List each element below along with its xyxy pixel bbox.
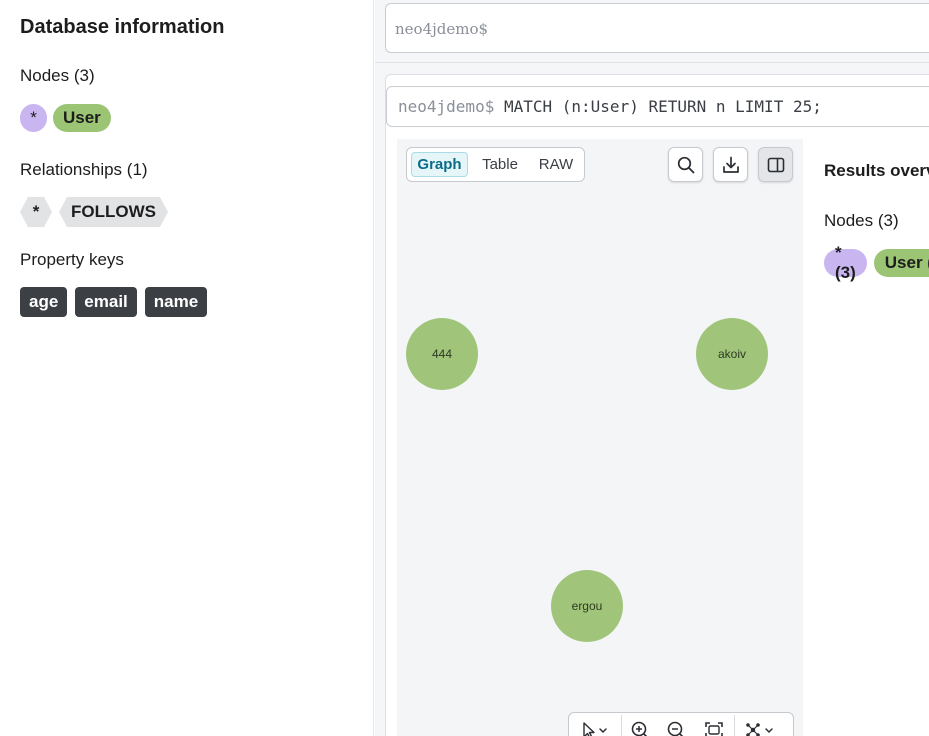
zoom-in-icon — [631, 721, 648, 736]
main-panel: neo4jdemo$ neo4jdemo$ MATCH (n:User) RET… — [375, 0, 929, 736]
search-icon — [677, 156, 694, 173]
sidebar-toggle-icon — [767, 157, 784, 172]
graph-toolbar — [568, 712, 794, 736]
results-overview-chips: * (3) User (3) — [824, 243, 929, 282]
property-keys-heading: Property keys — [20, 250, 124, 269]
overview-all-nodes-chip[interactable]: * (3) — [824, 243, 867, 282]
nodes-heading: Nodes (3) — [20, 66, 95, 85]
graph-view[interactable]: Graph Table RAW 444 akoiv ergou — [397, 139, 803, 736]
relationship-type-chips: * FOLLOWS — [20, 197, 168, 227]
results-overview-panel: Results overview Nodes (3) * (3) User (3… — [803, 139, 929, 736]
tab-graph[interactable]: Graph — [411, 152, 468, 177]
node-label-all-chip[interactable]: * — [20, 104, 47, 132]
fit-to-screen-button[interactable] — [694, 719, 734, 736]
tab-table[interactable]: Table — [473, 152, 527, 177]
view-tabs: Graph Table RAW — [406, 147, 585, 182]
database-info-sidebar: Database information Nodes (3) * User Re… — [0, 0, 374, 736]
relationship-all-chip[interactable]: * — [20, 197, 52, 227]
graph-node[interactable]: akoiv — [696, 318, 768, 390]
toggle-panel-button[interactable] — [758, 147, 793, 182]
fit-to-screen-icon — [705, 722, 723, 736]
download-icon — [722, 156, 739, 173]
relationships-heading: Relationships (1) — [20, 160, 148, 179]
relationship-follows-chip[interactable]: FOLLOWS — [59, 197, 168, 227]
editor-prompt: neo4jdemo$ — [395, 20, 489, 38]
property-key-chips: age email name — [20, 287, 208, 317]
results-overview-nodes-heading: Nodes (3) — [824, 211, 899, 230]
result-query-bar[interactable]: neo4jdemo$ MATCH (n:User) RETURN n LIMIT… — [386, 86, 929, 127]
property-key-email[interactable]: email — [75, 287, 137, 317]
editor-divider — [375, 62, 929, 63]
result-query-text: MATCH (n:User) RETURN n LIMIT 25; — [503, 97, 822, 116]
property-key-age[interactable]: age — [20, 287, 68, 317]
zoom-out-icon — [667, 721, 684, 736]
pointer-icon — [583, 722, 607, 736]
sidebar-title: Database information — [20, 16, 225, 38]
layout-button[interactable] — [735, 719, 787, 736]
node-label-chips: * User — [20, 104, 111, 132]
layout-icon — [746, 723, 773, 736]
result-query-prompt: neo4jdemo$ — [398, 97, 495, 116]
results-overview-title: Results overview — [824, 161, 929, 180]
result-query: neo4jdemo$ MATCH (n:User) RETURN n LIMIT… — [398, 97, 822, 116]
query-editor[interactable]: neo4jdemo$ — [385, 3, 929, 53]
node-label-user-chip[interactable]: User — [53, 104, 111, 132]
overview-user-chip[interactable]: User (3) — [873, 249, 929, 277]
select-mode-button[interactable] — [569, 719, 621, 736]
search-button[interactable] — [668, 147, 703, 182]
tab-raw[interactable]: RAW — [531, 152, 581, 177]
download-button[interactable] — [713, 147, 748, 182]
property-key-name[interactable]: name — [144, 287, 208, 317]
zoom-out-button[interactable] — [658, 719, 694, 736]
zoom-in-button[interactable] — [622, 719, 658, 736]
graph-node[interactable]: ergou — [551, 570, 623, 642]
graph-node[interactable]: 444 — [406, 318, 478, 390]
